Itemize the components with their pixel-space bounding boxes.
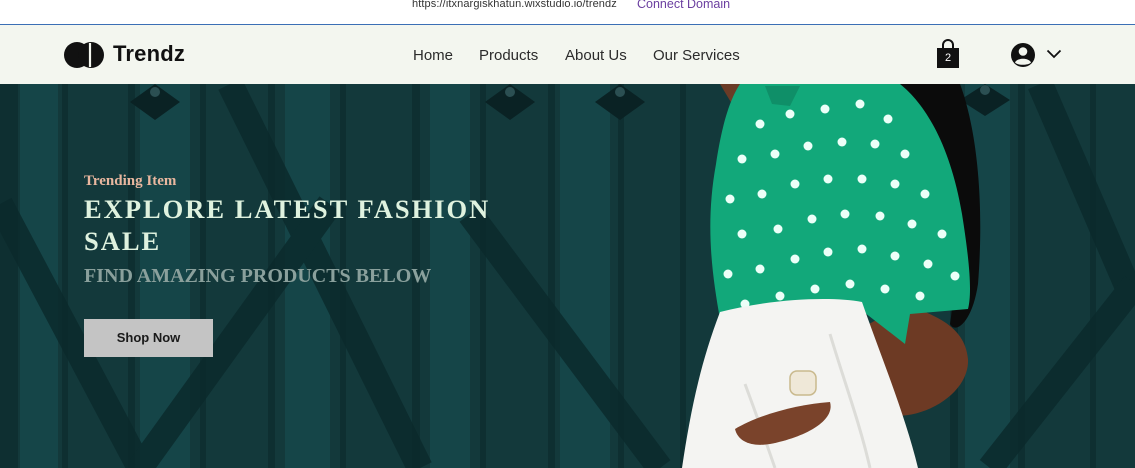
hero-eyebrow: Trending Item: [84, 173, 177, 189]
shop-now-button[interactable]: Shop Now: [84, 319, 213, 357]
hero-title: EXPLORE LATEST FASHION SALE: [84, 194, 491, 256]
hero-banner: Trending Item EXPLORE LATEST FASHION SAL…: [0, 84, 1135, 468]
site-header: Trendz Home Products About Us Our Servic…: [0, 25, 1135, 84]
nav-about-us[interactable]: About Us: [565, 47, 627, 64]
cart-button[interactable]: 2: [935, 38, 961, 70]
hero-subtitle: FIND AMAZING PRODUCTS BELOW: [84, 265, 432, 287]
chevron-down-icon: [1046, 49, 1062, 59]
site-url-bar: https://itxnargiskhatun.wixstudio.io/tre…: [0, 0, 1135, 25]
nav-our-services[interactable]: Our Services: [653, 47, 740, 64]
cart-count-badge: 2: [944, 52, 952, 64]
account-menu-button[interactable]: [1010, 41, 1062, 69]
user-avatar-icon: [1011, 43, 1035, 67]
nav-home[interactable]: Home: [413, 47, 453, 64]
main-nav: Home Products About Us Our Services: [0, 25, 1135, 84]
connect-domain-link[interactable]: Connect Domain: [637, 0, 730, 11]
nav-products[interactable]: Products: [479, 47, 538, 64]
site-url: https://itxnargiskhatun.wixstudio.io/tre…: [412, 0, 617, 10]
